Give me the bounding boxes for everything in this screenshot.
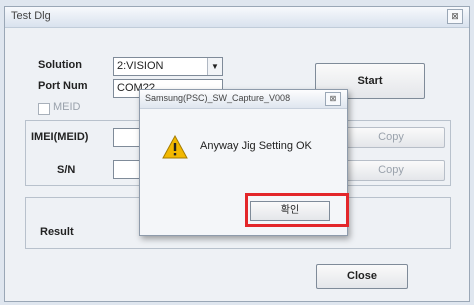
solution-label: Solution [38,59,82,71]
window-close-button[interactable]: ⊠ [447,9,463,24]
dialog-close-button[interactable]: ⊠ [325,92,341,106]
solution-select[interactable]: 2:VISION ▼ [113,57,223,76]
copy-imei-button[interactable]: Copy [337,127,445,148]
chevron-down-icon[interactable]: ▼ [207,58,222,75]
dialog-title-bar: Samsung(PSC)_SW_Capture_V008 ⊠ [140,90,347,109]
solution-value: 2:VISION [117,60,164,72]
dialog-title: Samsung(PSC)_SW_Capture_V008 [145,93,291,103]
copy-sn-button[interactable]: Copy [337,160,445,181]
ok-button-highlight [245,193,349,227]
window-title: Test Dlg [11,10,51,22]
meid-checkbox[interactable] [38,103,50,115]
warning-icon [162,135,188,159]
port-num-label: Port Num [38,80,88,92]
meid-label: MEID [53,101,81,113]
result-label: Result [40,226,74,238]
dialog-message: Anyway Jig Setting OK [200,140,312,152]
close-button[interactable]: Close [316,264,408,289]
imei-label: IMEI(MEID) [31,131,89,143]
title-bar: Test Dlg ⊠ [5,7,469,28]
sn-label: S/N [57,164,76,176]
